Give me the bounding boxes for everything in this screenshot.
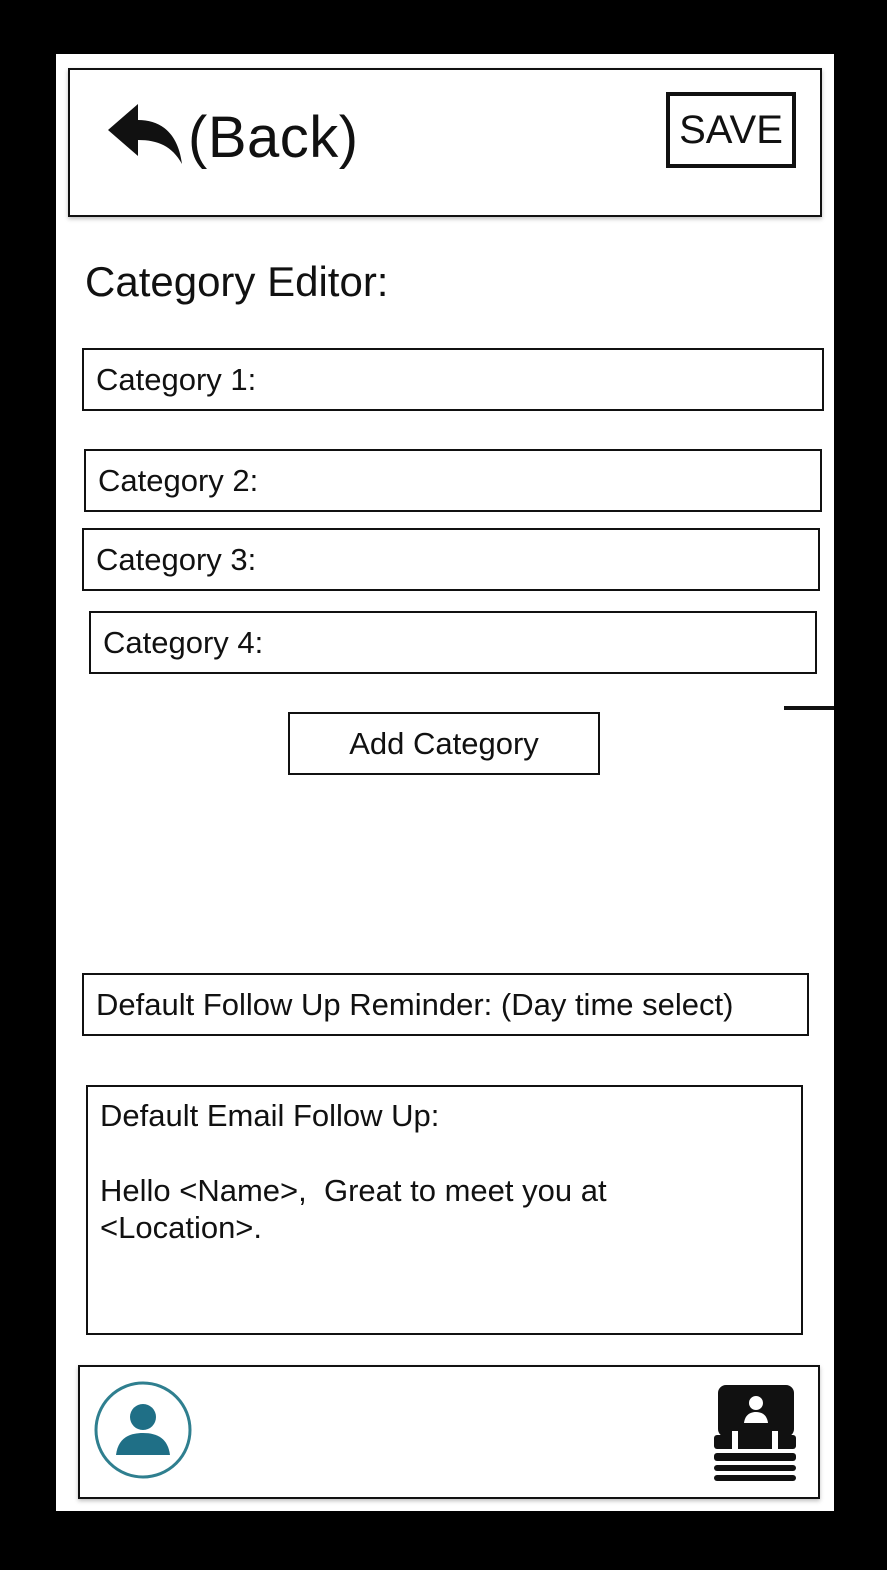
profile-button[interactable] — [94, 1381, 192, 1479]
back-label: (Back) — [188, 105, 359, 170]
email-follow-up-body: Hello <Name>, Great to meet you at <Loca… — [100, 1173, 607, 1245]
scroll-indicator — [784, 706, 834, 710]
bottom-nav-bar — [78, 1365, 820, 1499]
category-1-field[interactable]: Category 1: — [82, 348, 824, 411]
email-follow-up-label: Default Email Follow Up: — [100, 1098, 440, 1133]
save-button[interactable]: SAVE — [666, 92, 796, 168]
page-title: Category Editor: — [85, 258, 389, 305]
add-category-button[interactable]: Add Category — [288, 712, 600, 775]
back-button[interactable]: (Back) — [104, 100, 359, 175]
category-3-field[interactable]: Category 3: — [82, 528, 820, 591]
contacts-button[interactable] — [712, 1383, 798, 1483]
profile-avatar-icon — [94, 1381, 192, 1483]
back-arrow-icon — [104, 100, 184, 175]
follow-up-reminder-select[interactable]: Default Follow Up Reminder: (Day time se… — [82, 973, 809, 1036]
top-bar: (Back) SAVE — [68, 68, 822, 217]
category-4-field[interactable]: Category 4: — [89, 611, 817, 674]
email-follow-up-textarea[interactable]: Default Email Follow Up: Hello <Name>, G… — [86, 1085, 803, 1335]
contact-cards-icon — [712, 1385, 798, 1487]
category-2-field[interactable]: Category 2: — [84, 449, 822, 512]
